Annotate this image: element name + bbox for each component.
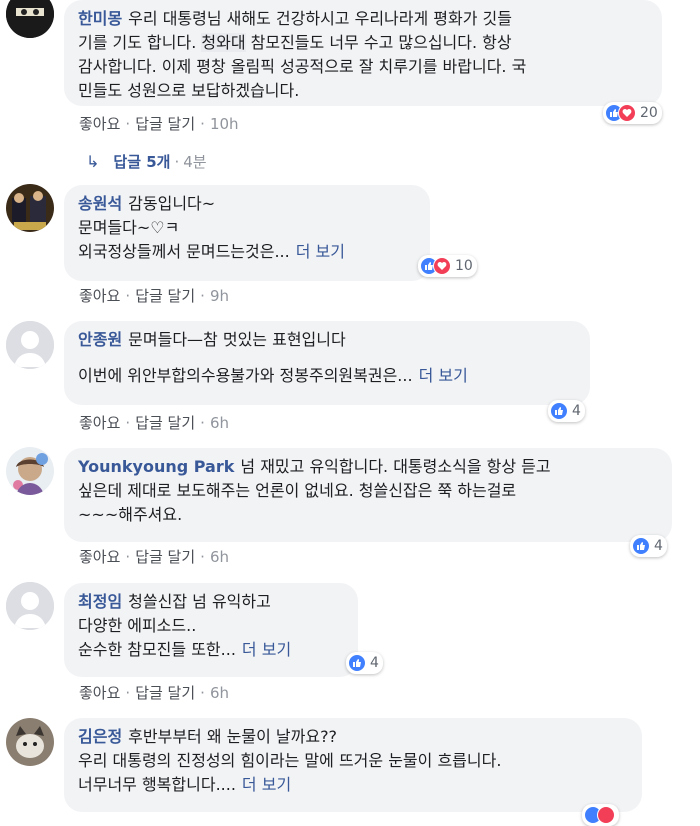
comment-bubble: 송원석 감동입니다~ 문며들다~♡ㅋ 외국정상들께서 문며드는것은... 더 보기	[64, 185, 430, 281]
like-link[interactable]: 좋아요	[79, 287, 120, 305]
reaction-summary[interactable]: 10	[418, 255, 477, 277]
reaction-count: 4	[572, 403, 581, 419]
see-more-link[interactable]: 더 보기	[296, 242, 345, 261]
like-link[interactable]: 좋아요	[79, 115, 120, 133]
reaction-summary[interactable]: 4	[630, 535, 667, 557]
comment-bubble: 최정임 청쓸신잡 넘 유익하고 다양한 에피소드.. 순수한 참모진들 또한...…	[64, 583, 358, 677]
comment-author[interactable]: Younkyoung Park	[78, 457, 234, 476]
comment-bubble: 김은정 후반부부터 왜 눈물이 날까요?? 우리 대통령의 진정성의 힘이라는 말…	[64, 718, 642, 812]
like-link[interactable]: 좋아요	[79, 548, 120, 566]
love-icon	[618, 104, 636, 122]
avatar[interactable]	[6, 718, 54, 766]
comment-text: 청쓸신잡 넘 유익하고	[128, 592, 271, 611]
avatar-image	[6, 718, 54, 766]
like-icon	[632, 537, 650, 555]
comment-actions: 좋아요 · 답글 달기 · 9h	[79, 287, 229, 305]
avatar-image	[6, 184, 54, 232]
comment-text: 싶은데 제대로 보도해주는 언론이 없네요. 청쓸신잡은 쭉 하는걸로	[78, 481, 517, 500]
comment-actions: 좋아요 · 답글 달기 · 6h	[79, 414, 229, 432]
comment-actions: 좋아요 · 답글 달기 · 6h	[79, 684, 229, 702]
comment-text: 민들도 성원으로 보답하겠습니다.	[78, 81, 300, 100]
reaction-count: 20	[640, 105, 658, 121]
comment-timestamp[interactable]: 6h	[210, 414, 229, 432]
comment-text: 이번에 위안부합의수용불가와 정봉주의원복권은...	[78, 366, 413, 385]
comment-bubble: 한미몽 우리 대통령님 새해도 건강하시고 우리나라게 평화가 깃들 기를 기도 …	[64, 0, 662, 106]
comment-author[interactable]: 김은정	[78, 727, 122, 746]
reply-link[interactable]: 답글 달기	[135, 684, 195, 702]
comment-text: 우리 대통령님 새해도 건강하시고 우리나라게 평화가 깃들	[128, 9, 512, 28]
view-replies-row[interactable]: ↳ 답글 5개 · 4분	[86, 151, 207, 172]
comment-author[interactable]: 송원석	[78, 194, 122, 213]
love-icon	[433, 257, 451, 275]
avatar[interactable]	[6, 321, 54, 369]
comment-bubble: Younkyoung Park 넘 재밌고 유익합니다. 대통령소식을 항상 듣고…	[64, 448, 672, 542]
comment-text: 감동입니다~	[128, 194, 216, 213]
reaction-count: 10	[455, 258, 473, 274]
comment-text: ~~~해주셔요.	[78, 505, 183, 524]
comment-timestamp[interactable]: 9h	[210, 287, 229, 305]
comment-bubble: 안종원 문며들다—참 멋있는 표현입니다 이번에 위안부합의수용불가와 정봉주의원…	[64, 321, 590, 405]
reaction-summary[interactable]: 20	[603, 102, 662, 124]
comment-actions: 좋아요 · 답글 달기 · 10h	[79, 115, 239, 133]
reply-link[interactable]: 답글 달기	[135, 287, 195, 305]
see-more-link[interactable]: 더 보기	[419, 366, 468, 385]
avatar[interactable]	[6, 184, 54, 232]
view-replies-link[interactable]: 답글 5개	[113, 153, 170, 171]
comment-author[interactable]: 최정임	[78, 592, 122, 611]
reaction-count: 4	[654, 538, 663, 554]
comment-text: 후반부부터 왜 눈물이 날까요??	[128, 727, 338, 746]
avatar[interactable]	[6, 582, 54, 630]
comment-text: 다양한 에피소드..	[78, 616, 197, 635]
avatar[interactable]	[6, 0, 54, 38]
default-avatar-icon	[6, 582, 54, 630]
comment-text: 넘 재밌고 유익합니다. 대통령소식을 항상 듣고	[240, 457, 551, 476]
like-icon	[550, 402, 568, 420]
reaction-summary[interactable]	[582, 804, 619, 826]
comment-text: 외국정상들께서 문며드는것은...	[78, 242, 290, 261]
reply-link[interactable]: 답글 달기	[135, 548, 195, 566]
like-link[interactable]: 좋아요	[79, 414, 120, 432]
see-more-link[interactable]: 더 보기	[242, 775, 291, 794]
comment-text: 너무너무 행복합니다....	[78, 775, 236, 794]
love-icon	[597, 806, 615, 824]
comment-author[interactable]: 안종원	[78, 330, 122, 349]
like-icon	[348, 654, 366, 672]
reply-link[interactable]: 답글 달기	[135, 414, 195, 432]
reply-link[interactable]: 답글 달기	[135, 115, 195, 133]
reaction-summary[interactable]: 4	[346, 652, 383, 674]
reaction-count: 4	[370, 655, 379, 671]
comment-text: 우리 대통령의 진정성의 힘이라는 말에 뜨거운 눈물이 흐릅니다.	[78, 751, 502, 770]
avatar[interactable]	[6, 447, 54, 495]
comment-text: 감사합니다. 이제 평창 올림픽 성공적으로 잘 치루기를 바랍니다. 국	[78, 57, 527, 76]
comment-timestamp[interactable]: 6h	[210, 548, 229, 566]
comment-author[interactable]: 한미몽	[78, 9, 122, 28]
comment-text: 문며들다~♡ㅋ	[78, 218, 180, 237]
avatar-image	[6, 0, 54, 38]
see-more-link[interactable]: 더 보기	[242, 640, 291, 659]
comment-timestamp[interactable]: 10h	[210, 115, 239, 133]
reaction-summary[interactable]: 4	[548, 400, 585, 422]
comment-text: 기를 기도 합니다.	[78, 33, 202, 52]
default-avatar-icon	[6, 321, 54, 369]
like-link[interactable]: 좋아요	[79, 684, 120, 702]
comment-text: 참모진들도 너무 수고 많으십니다. 항상	[245, 33, 512, 52]
comment-timestamp[interactable]: 6h	[210, 684, 229, 702]
avatar-image	[6, 447, 54, 495]
comment-text: 순수한 참모진들 또한...	[78, 640, 236, 659]
highlighted-text: 청와대	[201, 33, 246, 52]
comment-text: 문며들다—참 멋있는 표현입니다	[128, 330, 346, 349]
replies-timestamp: 4분	[183, 153, 207, 171]
reply-arrow-icon: ↳	[86, 152, 100, 171]
comment-actions: 좋아요 · 답글 달기 · 6h	[79, 548, 229, 566]
